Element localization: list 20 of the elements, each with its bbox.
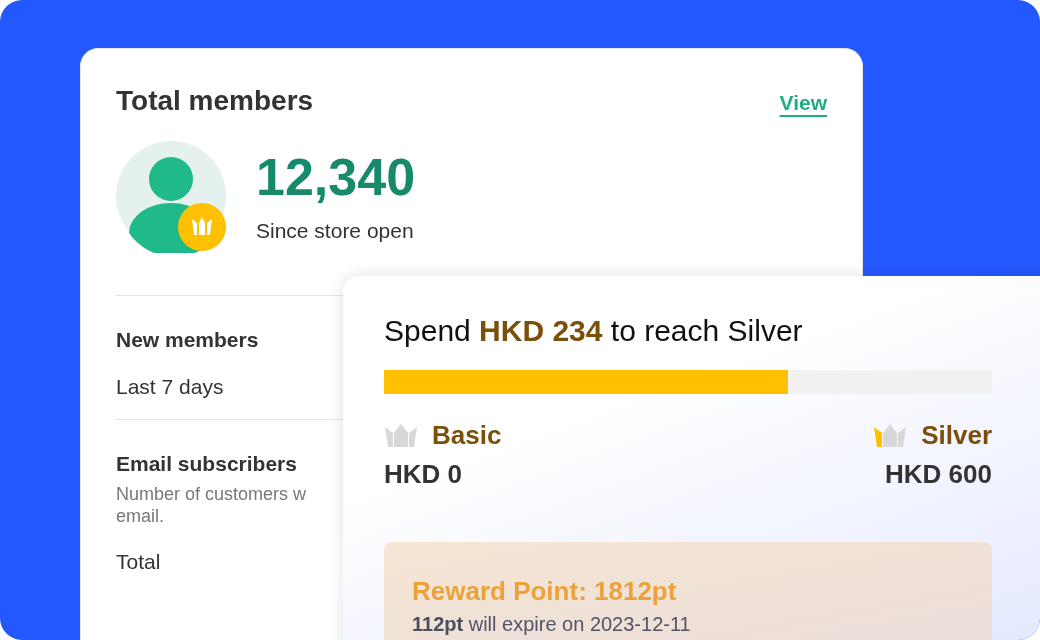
reward-title: Reward Point: 1812pt [412,576,678,607]
tier-amount: HKD 0 [384,459,462,490]
member-count: 12,340 [256,151,416,203]
tier-name: Silver [921,420,992,451]
description-line: email. [116,505,165,528]
tier-headline: Spend HKD 234 to reach Silver [384,314,804,348]
section-label: Last 7 days [116,374,225,400]
description-line: Number of customers w [116,484,308,506]
reward-note: 112pt will expire on 2023-12-11 [412,613,692,636]
card-title: Total members [116,85,314,117]
section-label: Total [116,549,162,575]
view-link[interactable]: View [779,91,827,115]
member-avatar-icon [116,141,228,253]
crown-icon [384,422,418,449]
tier-name: Basic [432,420,502,451]
section-title: Email subscribers [116,452,298,477]
count-caption: Since store open [256,219,415,243]
section-title: New members [116,328,260,352]
crown-icon [873,422,908,449]
tier-amount: HKD 600 [885,459,992,490]
